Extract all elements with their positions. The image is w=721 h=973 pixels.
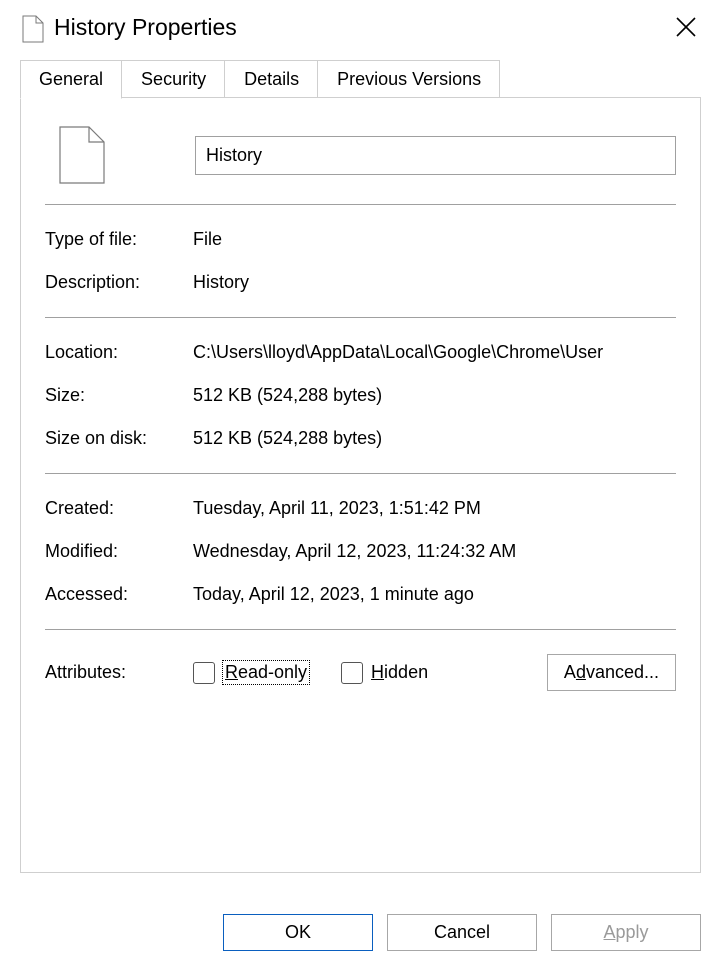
location-value: C:\Users\lloyd\AppData\Local\Google\Chro… <box>193 342 676 363</box>
tab-general[interactable]: General <box>20 60 122 99</box>
readonly-checkbox[interactable]: Read-only <box>193 661 309 684</box>
close-button[interactable] <box>671 12 701 42</box>
cancel-button[interactable]: Cancel <box>387 914 537 951</box>
apply-button[interactable]: Apply <box>551 914 701 951</box>
hidden-label: Hidden <box>371 662 428 683</box>
created-label: Created: <box>45 498 193 519</box>
description-label: Description: <box>45 272 193 293</box>
size-value: 512 KB (524,288 bytes) <box>193 385 676 406</box>
tab-previous-versions[interactable]: Previous Versions <box>318 60 500 98</box>
general-panel: Type of file: File Description: History … <box>20 97 701 873</box>
accessed-value: Today, April 12, 2023, 1 minute ago <box>193 584 676 605</box>
readonly-label: Read-only <box>223 661 309 684</box>
size-label: Size: <box>45 385 193 406</box>
advanced-button[interactable]: Advanced... <box>547 654 676 691</box>
title-bar: History Properties <box>0 0 721 51</box>
accessed-label: Accessed: <box>45 584 193 605</box>
tab-bar: General Security Details Previous Versio… <box>20 59 721 98</box>
dialog-button-row: OK Cancel Apply <box>223 914 701 951</box>
filename-input[interactable] <box>195 136 676 175</box>
window-title: History Properties <box>54 14 237 41</box>
type-of-file-value: File <box>193 229 676 250</box>
modified-label: Modified: <box>45 541 193 562</box>
ok-button[interactable]: OK <box>223 914 373 951</box>
modified-value: Wednesday, April 12, 2023, 11:24:32 AM <box>193 541 676 562</box>
tab-security[interactable]: Security <box>122 60 225 98</box>
created-value: Tuesday, April 11, 2023, 1:51:42 PM <box>193 498 676 519</box>
file-icon-large <box>59 126 105 184</box>
attributes-label: Attributes: <box>45 662 193 683</box>
tab-details[interactable]: Details <box>225 60 318 98</box>
size-on-disk-label: Size on disk: <box>45 428 193 449</box>
file-icon <box>22 15 44 41</box>
checkbox-icon <box>341 662 363 684</box>
size-on-disk-value: 512 KB (524,288 bytes) <box>193 428 676 449</box>
location-label: Location: <box>45 342 193 363</box>
hidden-checkbox[interactable]: Hidden <box>341 662 428 684</box>
checkbox-icon <box>193 662 215 684</box>
type-of-file-label: Type of file: <box>45 229 193 250</box>
description-value: History <box>193 272 676 293</box>
